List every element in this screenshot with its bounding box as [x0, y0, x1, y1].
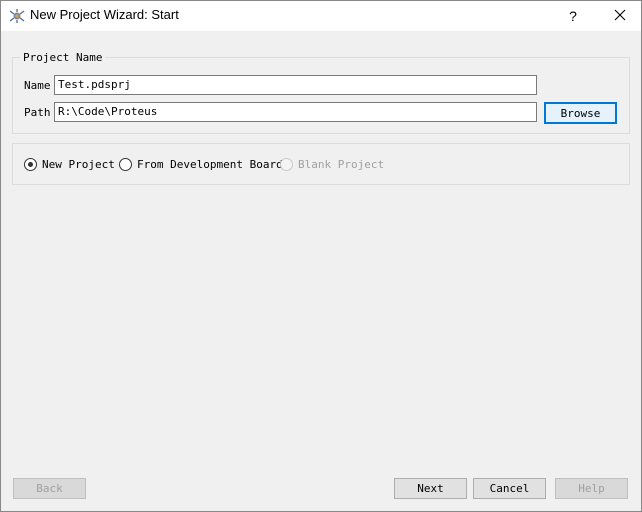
name-label: Name — [24, 79, 51, 92]
help-button: Help — [555, 478, 628, 499]
radio-development-board-indicator[interactable] — [119, 157, 132, 171]
browse-button[interactable]: Browse — [544, 102, 617, 124]
radio-blank-project: Blank Project — [280, 156, 384, 172]
cancel-button[interactable]: Cancel — [473, 478, 546, 499]
next-button[interactable]: Next — [394, 478, 467, 499]
window-title: New Project Wizard: Start — [30, 7, 179, 22]
path-field[interactable]: R:\Code\Proteus — [54, 102, 537, 122]
radio-new-project-label: New Project — [42, 157, 115, 171]
project-name-group — [12, 57, 630, 134]
back-button: Back — [13, 478, 86, 499]
radio-development-board-label: From Development Board — [137, 157, 283, 171]
project-name-legend: Project Name — [20, 51, 106, 64]
radio-blank-project-indicator — [280, 157, 293, 171]
radio-new-project-indicator[interactable] — [24, 157, 37, 171]
name-field[interactable]: Test.pdsprj — [54, 75, 537, 95]
close-button[interactable] — [598, 0, 642, 32]
radio-new-project[interactable]: New Project — [24, 156, 115, 172]
path-label: Path — [24, 106, 51, 119]
title-bar: New Project Wizard: Start ? — [0, 0, 642, 32]
radio-development-board[interactable]: From Development Board — [119, 156, 283, 172]
proteus-app-icon — [9, 8, 25, 24]
title-help-button[interactable]: ? — [556, 0, 590, 32]
close-icon — [614, 9, 626, 24]
radio-blank-project-label: Blank Project — [298, 157, 385, 171]
